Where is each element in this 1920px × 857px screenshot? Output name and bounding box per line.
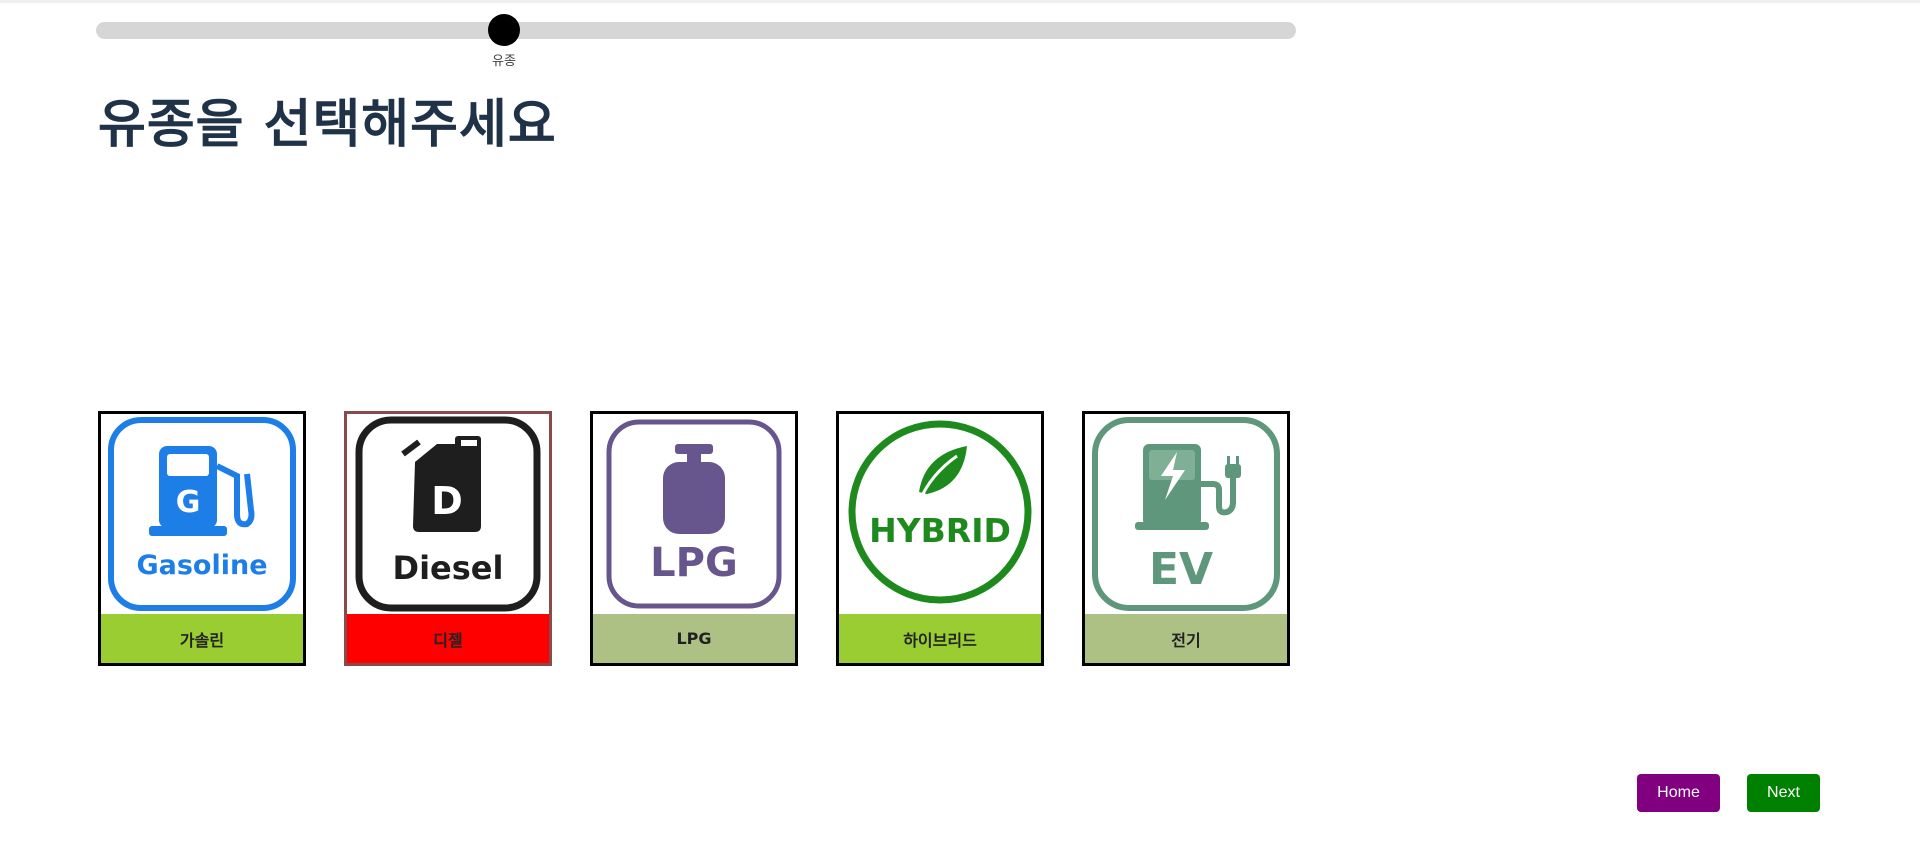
progress-slider-track[interactable]: [96, 22, 1296, 39]
home-button[interactable]: Home: [1637, 774, 1720, 812]
fuel-card-label: 디젤: [347, 614, 549, 663]
fuel-card-hybrid[interactable]: HYBRID 하이브리드: [836, 411, 1044, 666]
fuel-card-gasoline[interactable]: G Gasoline 가솔린: [98, 411, 306, 666]
ev-icon-text: EV: [1149, 544, 1213, 595]
fuel-card-label: 하이브리드: [839, 614, 1041, 663]
progress-step-label: 유종: [492, 54, 516, 69]
hybrid-icon-text: HYBRID: [869, 511, 1011, 550]
fuel-card-diesel[interactable]: D Diesel 디젤: [344, 411, 552, 666]
progress-slider-thumb[interactable]: [488, 14, 520, 46]
diesel-icon-text: Diesel: [393, 549, 504, 587]
fuel-card-label: LPG: [593, 614, 795, 663]
fuel-card-ev[interactable]: EV 전기: [1082, 411, 1290, 666]
top-border: [0, 0, 1920, 3]
next-button[interactable]: Next: [1747, 774, 1820, 812]
lpg-icon-text: LPG: [650, 540, 738, 586]
ev-charger-icon: EV: [1092, 417, 1280, 611]
diesel-jerrycan-icon: D Diesel: [355, 416, 541, 612]
gasoline-icon-letter: G: [176, 485, 201, 520]
diesel-icon-letter: D: [431, 479, 463, 523]
gasoline-icon-text: Gasoline: [136, 550, 267, 581]
fuel-card-label: 가솔린: [101, 614, 303, 663]
hybrid-leaf-icon: HYBRID: [848, 420, 1032, 604]
fuel-card-label: 전기: [1085, 614, 1287, 663]
page-title: 유종을 선택해주세요: [98, 95, 557, 155]
gasoline-pump-icon: G Gasoline: [108, 417, 296, 611]
fuel-card-lpg[interactable]: LPG LPG: [590, 411, 798, 666]
lpg-cylinder-icon: LPG: [606, 419, 782, 609]
